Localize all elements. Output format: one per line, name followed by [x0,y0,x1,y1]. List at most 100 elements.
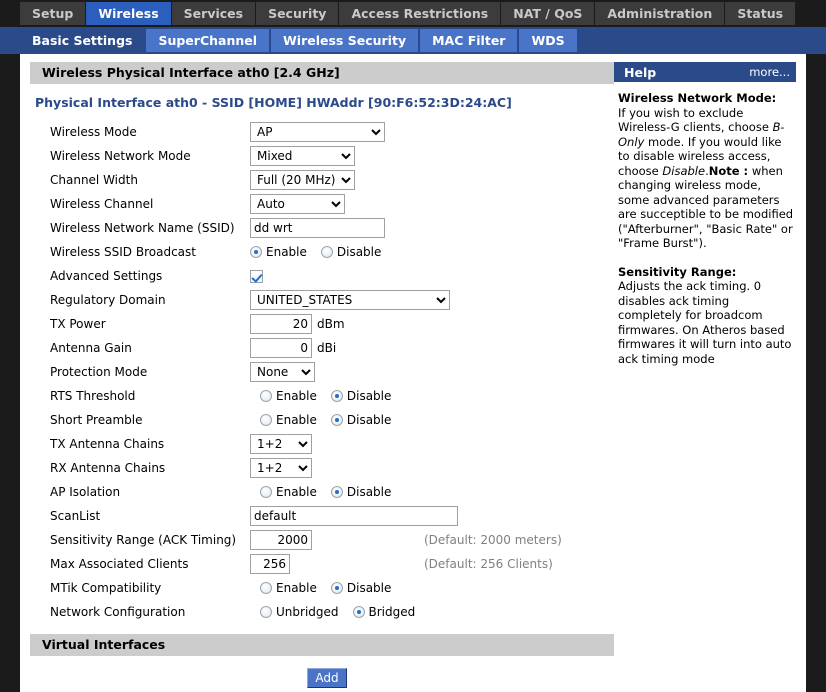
rts-threshold-enable-radio[interactable]: Enable [260,389,317,403]
section-header-virtual-interfaces: Virtual Interfaces [30,634,614,656]
radio-dot-icon [260,606,272,618]
network-configuration-bridged-radio[interactable]: Bridged [352,605,416,619]
physical-interface-info: Physical Interface ath0 - SSID [HOME] HW… [35,95,512,110]
label-wireless-channel: Wireless Channel [50,197,154,211]
short-preamble-enable-radio[interactable]: Enable [260,413,317,427]
ap-isolation-enable-label: Enable [276,485,317,499]
help-text-part-a: If you wish to exclude Wireless-G client… [618,105,773,135]
radio-dot-icon [260,414,272,426]
row-ssid-broadcast: Wireless SSID Broadcast Enable Disable [30,240,614,264]
label-protection-mode: Protection Mode [50,365,148,379]
sub-tab-basic-settings[interactable]: Basic Settings [20,29,147,52]
ssid-broadcast-disable-label: Disable [336,245,382,259]
help-more-link[interactable]: more... [749,65,790,79]
main-navigation: Setup Wireless Services Security Access … [0,0,826,27]
help-note-label: Note : [708,163,749,178]
label-max-associated-clients: Max Associated Clients [50,557,189,571]
row-rts-threshold: RTS Threshold Enable Disable [30,384,614,408]
radio-dot-icon [330,414,343,426]
row-mtik-compatibility: MTik Compatibility Enable Disable [30,576,614,600]
main-tab-setup[interactable]: Setup [20,2,87,25]
radio-dot-icon [250,246,262,258]
network-configuration-unbridged-radio[interactable]: Unbridged [260,605,339,619]
main-tab-status[interactable]: Status [725,2,797,25]
tx-power-input[interactable] [250,314,312,334]
main-tab-administration[interactable]: Administration [595,2,726,25]
radio-dot-icon [260,390,272,402]
rts-threshold-disable-radio[interactable]: Disable [330,389,392,403]
help-title: Help [624,64,657,80]
max-associated-clients-input[interactable] [250,554,290,574]
radio-dot-icon [260,582,272,594]
help-spacer [618,251,794,265]
virtual-interfaces-section: Virtual Interfaces Add [30,624,614,688]
radio-dot-icon [330,582,343,594]
help-panel-body: Wireless Network Mode: If you wish to ex… [614,82,796,366]
help-text-wireless-network-mode: If you wish to exclude Wireless-G client… [618,106,794,251]
wireless-mode-select[interactable]: AP [250,122,385,142]
ssid-broadcast-disable-radio[interactable]: Disable [320,245,382,259]
row-ssid: Wireless Network Name (SSID) [30,216,614,240]
radio-dot-icon [330,486,343,498]
network-configuration-bridged-label: Bridged [368,605,416,619]
main-tab-access-restrictions[interactable]: Access Restrictions [339,2,502,25]
main-tab-services[interactable]: Services [171,2,257,25]
row-sensitivity-range: Sensitivity Range (ACK Timing) (Default:… [30,528,614,552]
ssid-broadcast-enable-radio[interactable]: Enable [250,245,307,259]
ap-isolation-enable-radio[interactable]: Enable [260,485,317,499]
mtik-compatibility-disable-radio[interactable]: Disable [330,581,392,595]
help-panel-header: Help more... [614,62,796,82]
wireless-channel-select[interactable]: Auto [250,194,345,214]
sub-tab-wireless-security[interactable]: Wireless Security [271,29,421,52]
scanlist-input[interactable] [250,506,458,526]
row-wireless-network-mode: Wireless Network Mode Mixed [30,144,614,168]
row-network-configuration: Network Configuration Unbridged Bridged [30,600,614,624]
row-tx-power: TX Power dBm [30,312,614,336]
ssid-input[interactable] [250,218,385,238]
rts-threshold-disable-label: Disable [346,389,392,403]
radio-dot-icon [330,390,343,402]
row-advanced-settings: Advanced Settings [30,264,614,288]
label-tx-power: TX Power [50,317,106,331]
radio-dot-icon [352,606,365,618]
channel-width-select[interactable]: Full (20 MHz) [250,170,355,190]
help-emphasis-disable: Disable [662,163,706,178]
advanced-settings-checkbox[interactable] [250,269,263,283]
row-protection-mode: Protection Mode None [30,360,614,384]
mtik-compatibility-enable-radio[interactable]: Enable [260,581,317,595]
label-scanlist: ScanList [50,509,101,523]
main-tab-security[interactable]: Security [256,2,340,25]
help-heading-sensitivity-range: Sensitivity Range: [618,264,737,279]
row-tx-antenna-chains: TX Antenna Chains 1+2 [30,432,614,456]
sub-tab-superchannel[interactable]: SuperChannel [146,29,272,52]
label-tx-antenna-chains: TX Antenna Chains [50,437,165,451]
antenna-gain-input[interactable] [250,338,312,358]
row-short-preamble: Short Preamble Enable Disable [30,408,614,432]
mtik-compatibility-disable-label: Disable [346,581,392,595]
regulatory-domain-select[interactable]: UNITED_STATES [250,290,450,310]
help-heading-wireless-network-mode: Wireless Network Mode: [618,91,777,105]
add-virtual-interface-button[interactable]: Add [307,668,347,688]
label-wireless-mode: Wireless Mode [50,125,137,139]
label-ap-isolation: AP Isolation [50,485,121,499]
settings-content: Wireless Physical Interface ath0 [2.4 GH… [20,54,614,688]
main-tab-wireless[interactable]: Wireless [86,2,172,25]
rx-antenna-chains-select[interactable]: 1+2 [250,458,312,478]
sensitivity-range-input[interactable] [250,530,312,550]
tx-antenna-chains-select[interactable]: 1+2 [250,434,312,454]
label-antenna-gain: Antenna Gain [50,341,132,355]
label-rx-antenna-chains: RX Antenna Chains [50,461,166,475]
ssid-broadcast-enable-label: Enable [266,245,307,259]
short-preamble-disable-radio[interactable]: Disable [330,413,391,427]
label-advanced-settings: Advanced Settings [50,269,163,283]
page-root: Setup Wireless Services Security Access … [0,0,826,692]
sub-tab-mac-filter[interactable]: MAC Filter [420,29,520,52]
main-tab-nat-qos[interactable]: NAT / QoS [501,2,596,25]
label-channel-width: Channel Width [50,173,138,187]
wireless-network-mode-select[interactable]: Mixed [250,146,355,166]
ap-isolation-disable-radio[interactable]: Disable [330,485,391,499]
help-text-sensitivity-range: Adjusts the ack timing. 0 disables ack t… [618,279,792,366]
label-sensitivity-range: Sensitivity Range (ACK Timing) [50,533,237,547]
protection-mode-select[interactable]: None [250,362,315,382]
sub-tab-wds[interactable]: WDS [519,29,579,52]
